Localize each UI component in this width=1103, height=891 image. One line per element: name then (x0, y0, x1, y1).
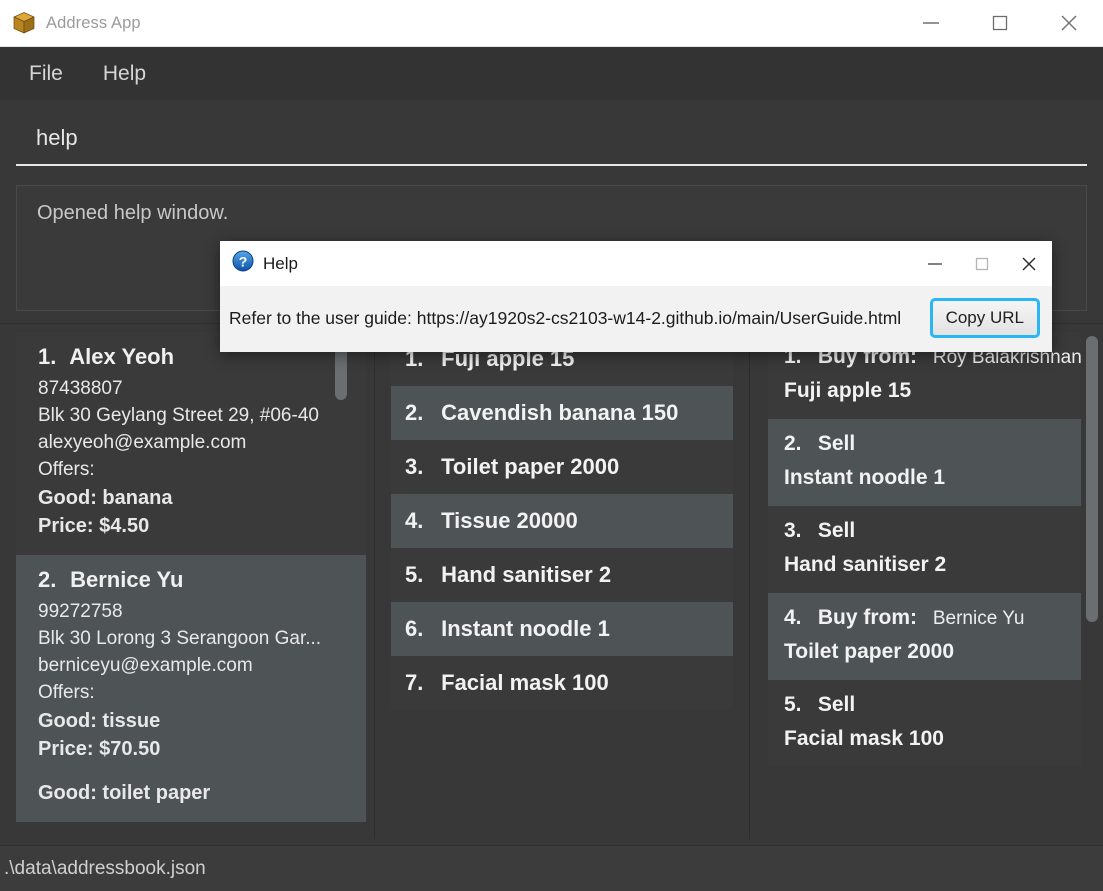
command-input[interactable] (16, 118, 1087, 166)
person-offers-label: Offers: (38, 458, 95, 480)
svg-text:?: ? (239, 253, 248, 269)
help-dialog-body: Refer to the user guide: https://ay1920s… (220, 286, 1052, 352)
help-dialog-title: Help (263, 253, 298, 273)
goods-index: 2. (405, 400, 424, 425)
help-close-icon[interactable] (1005, 241, 1052, 286)
person-list-view[interactable]: 1. Alex Yeoh 87438807 Blk 30 Geylang Str… (0, 328, 374, 839)
transaction-type: Sell (817, 519, 856, 542)
person-address: Blk 30 Geylang Street 29, #06-40 (38, 404, 319, 426)
person-card-name: Alex Yeoh (69, 344, 175, 369)
minimize-icon[interactable] (896, 0, 965, 46)
transaction-index: 2. (784, 432, 802, 455)
goods-index: 6. (405, 616, 424, 641)
transaction-list-item[interactable]: 4. Buy from: Bernice Yu Toilet paper 200… (768, 593, 1081, 680)
help-dialog-window-controls (911, 241, 1052, 286)
goods-label: Instant noodle 1 (441, 616, 610, 641)
transaction-good: Instant noodle 1 (784, 466, 946, 489)
menu-item-file[interactable]: File (24, 59, 68, 89)
command-box-container (0, 100, 1103, 175)
person-email: alexyeoh@example.com (38, 431, 247, 453)
title-bar-left: Address App (0, 11, 141, 35)
transaction-good: Facial mask 100 (784, 727, 944, 750)
copy-url-button[interactable]: Copy URL (929, 298, 1041, 338)
transaction-type: Sell (817, 693, 856, 716)
transaction-type: Sell (817, 432, 856, 455)
help-minimize-icon[interactable] (911, 241, 958, 286)
box-icon (12, 11, 36, 35)
goods-list-item[interactable]: 4. Tissue 20000 (391, 494, 733, 548)
person-address: Blk 30 Lorong 3 Serangoon Gar... (38, 627, 322, 649)
transaction-header: 4. Buy from: Bernice Yu (784, 606, 1071, 630)
transaction-header: 3. Sell (784, 519, 1071, 543)
goods-list-item[interactable]: 6. Instant noodle 1 (391, 602, 733, 656)
main-panels: 1. Alex Yeoh 87438807 Blk 30 Geylang Str… (0, 323, 1103, 845)
goods-label: Hand sanitiser 2 (441, 562, 612, 587)
person-card-name: Bernice Yu (70, 566, 184, 592)
person-offer-price: Price: $4.50 (38, 515, 150, 538)
goods-list-panel: 1. Fuji apple 15 2. Cavendish banana 150… (375, 328, 750, 839)
transaction-index: 5. (784, 693, 802, 716)
application-window: Address App File Help Opened help window… (0, 0, 1103, 891)
transaction-header: 2. Sell (784, 432, 1071, 456)
person-phone: 99272758 (38, 600, 123, 622)
transaction-index: 3. (784, 519, 802, 542)
goods-label: Tissue 20000 (441, 508, 578, 533)
goods-label: Toilet paper 2000 (441, 454, 620, 479)
close-icon[interactable] (1034, 0, 1103, 46)
transaction-list-panel: 1. Buy from: Roy Balakrishnan Fuji apple… (750, 328, 1103, 839)
person-offer-price: Price: $70.50 (38, 737, 161, 760)
person-card-index: 2. (38, 566, 57, 592)
person-offers-label: Offers: (38, 681, 95, 703)
transaction-good: Fuji apple 15 (784, 379, 912, 402)
goods-label: Cavendish banana 150 (441, 400, 679, 425)
question-mark-icon: ? (232, 250, 254, 277)
menu-bar: File Help (0, 47, 1103, 100)
goods-index: 7. (405, 670, 424, 695)
goods-list-item[interactable]: 5. Hand sanitiser 2 (391, 548, 733, 602)
transaction-list-view[interactable]: 1. Buy from: Roy Balakrishnan Fuji apple… (750, 328, 1103, 839)
transaction-party: Bernice Yu (932, 608, 1025, 629)
maximize-icon[interactable] (965, 0, 1034, 46)
window-controls (896, 0, 1103, 46)
help-maximize-icon[interactable] (958, 241, 1005, 286)
person-card[interactable]: 1. Alex Yeoh 87438807 Blk 30 Geylang Str… (16, 332, 366, 555)
window-title: Address App (46, 13, 141, 32)
person-list-scrollbar[interactable] (334, 332, 348, 835)
person-offer-good: Good: banana (38, 486, 173, 509)
transaction-good: Toilet paper 2000 (784, 640, 955, 663)
transaction-header: 5. Sell (784, 693, 1071, 717)
person-phone: 87438807 (38, 378, 123, 399)
goods-list-item[interactable]: 3. Toilet paper 2000 (391, 440, 733, 494)
goods-list-view[interactable]: 1. Fuji apple 15 2. Cavendish banana 150… (375, 328, 749, 839)
person-card-header: 2. Bernice Yu (38, 567, 350, 593)
transaction-list-scrollbar[interactable] (1085, 332, 1099, 835)
goods-label: Facial mask 100 (441, 670, 609, 695)
transaction-type: Buy from: (817, 606, 918, 629)
person-offer-good: Good: tissue (38, 709, 161, 732)
title-bar: Address App (0, 0, 1103, 47)
help-dialog-title-bar: ? Help (220, 241, 1052, 286)
goods-index: 4. (405, 508, 424, 533)
transaction-good: Hand sanitiser 2 (784, 553, 947, 576)
help-message: Refer to the user guide: https://ay1920s… (229, 307, 902, 328)
status-bar: .\data\addressbook.json (0, 845, 1103, 891)
scrollbar-thumb[interactable] (1086, 336, 1098, 622)
transaction-list-item[interactable]: 3. Sell Hand sanitiser 2 (768, 506, 1081, 593)
goods-index: 3. (405, 454, 424, 479)
goods-index: 5. (405, 562, 424, 587)
transaction-index: 4. (784, 606, 802, 629)
help-dialog: ? Help Refer to the user guide: https://… (220, 241, 1052, 352)
person-offer-good: Good: toilet paper (38, 782, 211, 805)
person-card[interactable]: 2. Bernice Yu 99272758 Blk 30 Lorong 3 S… (16, 554, 366, 822)
goods-list-item[interactable]: 2. Cavendish banana 150 (391, 386, 733, 440)
menu-item-help[interactable]: Help (98, 59, 151, 89)
transaction-list-item[interactable]: 2. Sell Instant noodle 1 (768, 419, 1081, 506)
person-email: berniceyu@example.com (38, 654, 253, 676)
transaction-list-item[interactable]: 5. Sell Facial mask 100 (768, 680, 1081, 767)
status-bar-file-path: .\data\addressbook.json (4, 857, 206, 879)
help-dialog-title-left: ? Help (220, 250, 298, 277)
person-list-panel: 1. Alex Yeoh 87438807 Blk 30 Geylang Str… (0, 328, 375, 839)
person-card-index: 1. (38, 344, 57, 369)
goods-list-item[interactable]: 7. Facial mask 100 (391, 656, 733, 710)
